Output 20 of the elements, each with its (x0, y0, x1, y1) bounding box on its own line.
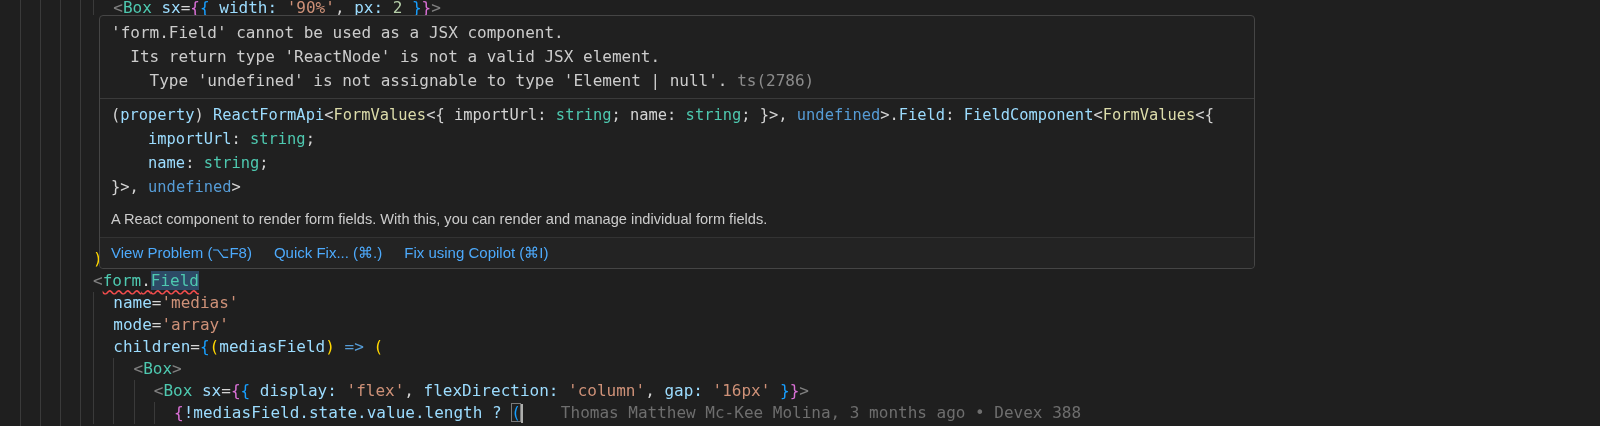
code-line: {!mediasField.state.value.length ? ( (93, 402, 523, 424)
error-message: 'form.Field' cannot be used as a JSX component. (111, 22, 565, 44)
action-link[interactable]: Quick Fix... (⌘.) (273, 242, 383, 264)
code-line: children={(mediasField) => ( (93, 336, 384, 358)
git-blame-annotation: Thomas Matthew Mc-Kee Molina, 3 months ago • Devex 388 (560, 402, 1082, 424)
code-line: <Box sx={{ display: 'flex', flexDirection: 'column', gap: '16px' }}> (93, 380, 809, 402)
error-message: Type 'undefined' is not assignable to type 'Element | null'. ts(2786) (148, 70, 816, 92)
type-signature: (property) ReactFormApi<FormValues<{ importUrl: string; name: string; }>, undefined>.Field: FieldComponent<FormValues<{ (111, 105, 1215, 126)
type-signature: name: string; (147, 153, 270, 174)
code-line: <form.Field (93, 270, 199, 292)
action-link[interactable]: Fix using Copilot (⌘I) (404, 242, 549, 264)
description-text: A React component to render form fields. With this, you can render and manage individual form fields. (110, 210, 769, 229)
action-link[interactable]: View Problem (⌥F8) (111, 242, 252, 264)
code-line: <Box> (93, 358, 182, 380)
code-line: ) (93, 248, 103, 270)
type-signature: importUrl: string; (147, 129, 316, 150)
type-signature: }>, undefined> (111, 177, 242, 198)
error-message: Its return type 'ReactNode' is not a valid JSX element. (129, 46, 662, 68)
code-line: mode='array' (93, 314, 229, 336)
code-line: name='medias' (93, 292, 239, 314)
